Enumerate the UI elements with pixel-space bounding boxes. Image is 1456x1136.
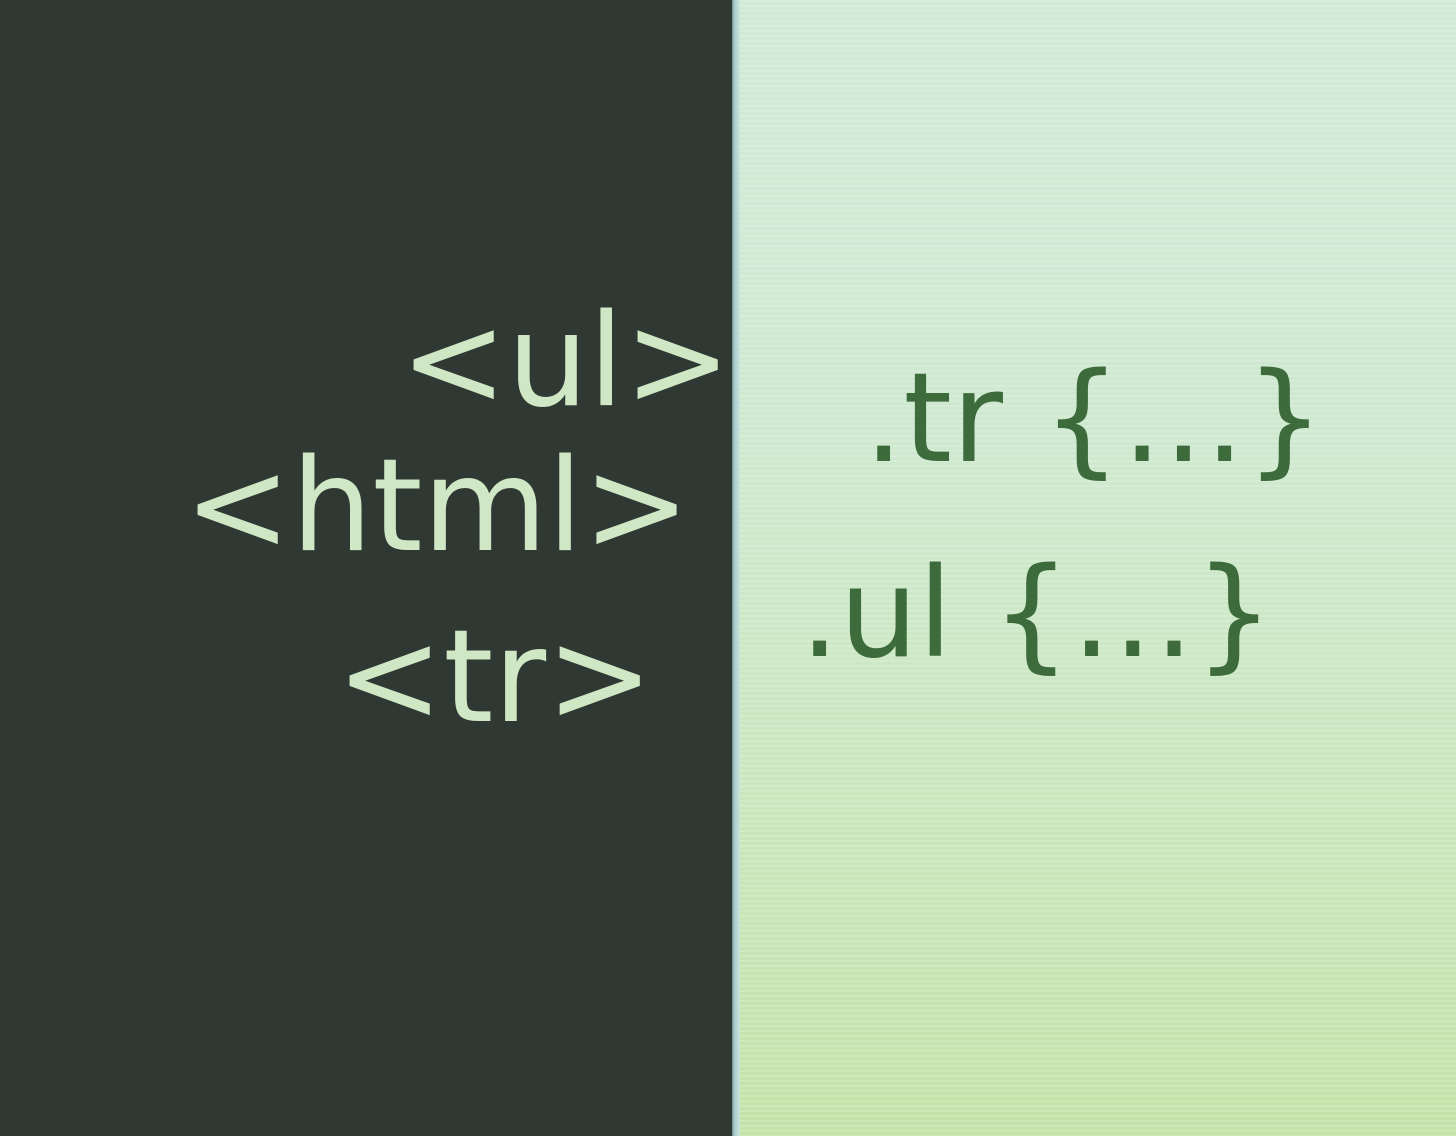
css-rule-ul: .ul {…} <box>800 542 1274 686</box>
html-panel: <ul> <html> <tr> <box>0 0 732 1136</box>
html-tag-html: <html> <box>184 432 691 581</box>
html-tag-tr: <tr> <box>336 603 654 752</box>
html-tag-ul: <ul> <box>400 287 732 436</box>
css-panel: .tr {…} .ul {…} <box>740 0 1456 1136</box>
css-rule-tr: .tr {…} <box>864 347 1325 491</box>
panel-divider <box>732 0 740 1136</box>
